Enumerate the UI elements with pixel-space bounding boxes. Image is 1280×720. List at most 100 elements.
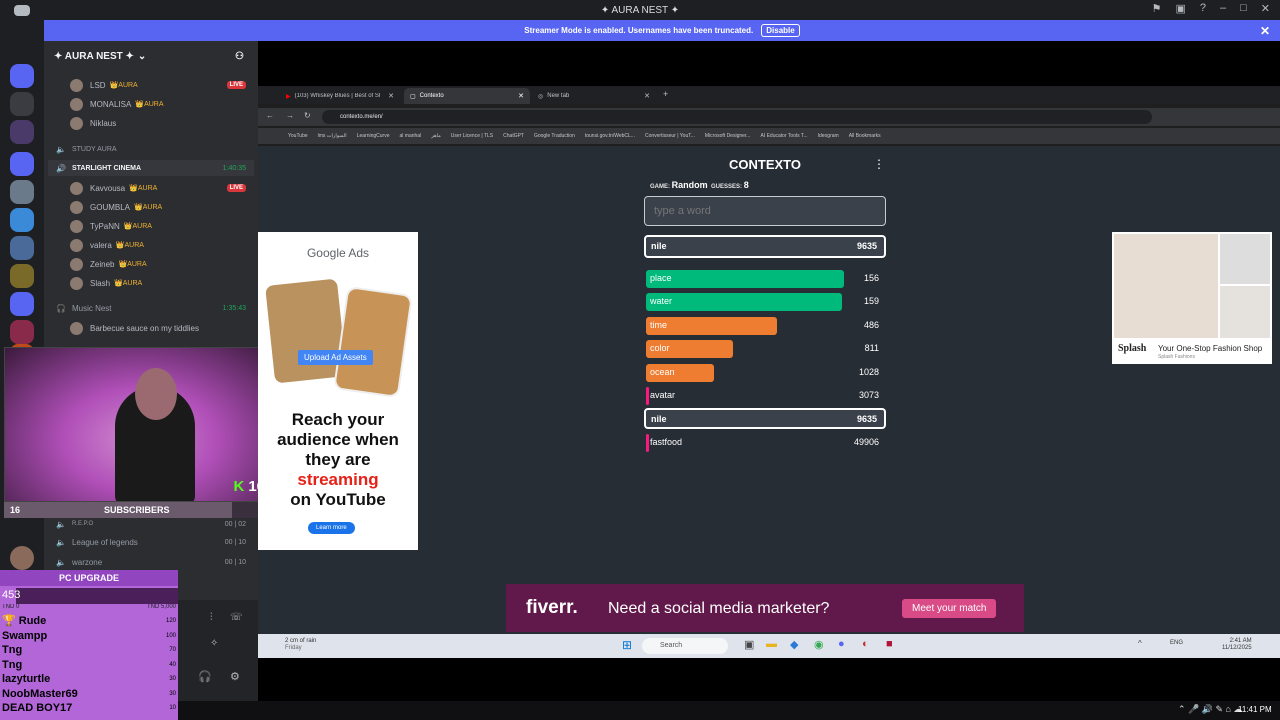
host-clock[interactable]: 11:41 PM xyxy=(1238,705,1272,714)
google-ads-banner[interactable]: Google Ads Upload Ad Assets Reach your a… xyxy=(258,232,418,550)
windows-start-icon[interactable]: ⊞ xyxy=(622,638,632,652)
address-bar[interactable]: contexto.me/en/ xyxy=(322,110,1152,124)
channel-warzone[interactable]: 🔈 warzone 00 | 10 xyxy=(48,554,254,570)
server-icon[interactable] xyxy=(10,546,34,570)
tab-new[interactable]: ◎ New tab ✕ xyxy=(532,88,656,104)
member-name: Kavvousa xyxy=(90,183,126,193)
voice-member[interactable]: MONALISA 👑AURA xyxy=(48,95,254,113)
weather-widget[interactable]: 2 cm of rain Friday xyxy=(285,638,316,652)
taskbar-clock[interactable]: 2:41 AM 11/12/2025 xyxy=(1222,638,1252,652)
more-menu-icon[interactable]: ⋮ xyxy=(873,157,885,171)
bookmark-item[interactable]: Ideogram xyxy=(818,133,839,139)
close-window-icon[interactable]: ✕ xyxy=(1261,2,1270,15)
bookmark-item[interactable]: tounsi.gov.tn/WebCL... xyxy=(585,133,635,139)
close-banner-icon[interactable]: ✕ xyxy=(1260,24,1270,38)
app-icon[interactable]: ◐ xyxy=(862,638,869,650)
close-tab-icon[interactable]: ✕ xyxy=(644,92,650,100)
bookmark-item[interactable]: Google Traduction xyxy=(534,133,575,139)
language-indicator[interactable]: ENG xyxy=(1170,640,1183,646)
bookmark-item[interactable]: Convertisseur | YouT... xyxy=(645,133,695,139)
voice-member[interactable]: Slash 👑AURA xyxy=(48,274,254,292)
upload-ad-assets-button[interactable]: Upload Ad Assets xyxy=(298,350,373,365)
taskbar-search[interactable]: Search xyxy=(642,638,728,654)
bookmark-item[interactable]: ماهر xyxy=(431,133,441,139)
bookmark-item[interactable]: al manhal xyxy=(400,133,422,139)
tab-youtube[interactable]: ▶ (103) Whiskey Blues | Best of Sl ✕ xyxy=(280,88,400,104)
server-icon[interactable] xyxy=(10,120,34,144)
add-member-icon[interactable]: ⚇ xyxy=(235,51,244,62)
bookmark-item[interactable]: User Licence | TLS xyxy=(451,133,493,139)
channel-league[interactable]: 🔈 League of legends 00 | 10 xyxy=(48,534,254,550)
help-icon[interactable]: ? xyxy=(1200,2,1206,15)
server-icon[interactable] xyxy=(10,152,34,176)
voice-member[interactable]: Barbecue sauce on my tiddlies xyxy=(48,319,254,337)
bookmark-item[interactable]: AI Educator Tools T... xyxy=(760,133,807,139)
splash-fashion-ad[interactable]: Splash Your One-Stop Fashion Shop Splash… xyxy=(1112,232,1272,364)
tray-chevron-icon[interactable]: ^ xyxy=(1138,639,1142,648)
app-icon[interactable]: ■ xyxy=(886,638,893,650)
guess-rank: 9635 xyxy=(856,241,877,251)
close-tab-icon[interactable]: ✕ xyxy=(518,92,524,100)
channel-music-nest[interactable]: 🎧 Music Nest 1:35:43 xyxy=(48,300,254,316)
tab-contexto[interactable]: ▢ Contexto ✕ xyxy=(404,88,530,104)
meet-your-match-button[interactable]: Meet your match xyxy=(902,599,997,618)
soundboard-icon[interactable]: ⫶ xyxy=(210,612,213,623)
speaker-icon: 🔈 xyxy=(56,537,66,547)
voice-member[interactable]: Zeineb 👑AURA xyxy=(48,255,254,273)
word-input[interactable] xyxy=(644,196,886,226)
disconnect-icon[interactable]: ☏ xyxy=(230,612,243,623)
voice-member[interactable]: LSD 👑AURA LIVE xyxy=(48,76,254,94)
minimize-icon[interactable]: – xyxy=(1220,2,1226,15)
server-icon[interactable] xyxy=(10,92,34,116)
fiverr-ad[interactable]: fiverr. Need a social media marketer? Me… xyxy=(506,584,1024,632)
close-tab-icon[interactable]: ✕ xyxy=(388,92,394,100)
channel-starlight-cinema[interactable]: 🔊 STARLIGHT CINEMA 1:40:35 xyxy=(48,160,254,176)
live-badge: LIVE xyxy=(226,184,246,192)
app-icon[interactable]: ◆ xyxy=(790,638,798,651)
server-icon[interactable] xyxy=(10,64,34,88)
maximize-icon[interactable]: □ xyxy=(1240,2,1247,15)
bookmark-item[interactable]: LearningCurve xyxy=(357,133,390,139)
file-explorer-icon[interactable]: ▬ xyxy=(766,638,777,650)
server-icon[interactable] xyxy=(10,236,34,260)
member-name: valera xyxy=(90,240,112,250)
inbox-icon[interactable]: ⚑ xyxy=(1152,2,1162,15)
voice-member[interactable]: TyPaNN 👑AURA xyxy=(48,217,254,235)
headset-icon[interactable]: 🎧 xyxy=(198,670,212,683)
task-view-icon[interactable]: ▣ xyxy=(744,638,754,651)
bookmark-item[interactable]: ChatGPT xyxy=(503,133,524,139)
voice-member[interactable]: valera 👑AURA xyxy=(48,236,254,254)
settings-gear-icon[interactable]: ⚙ xyxy=(230,670,240,683)
guess-row: ocean 1028 xyxy=(644,362,886,383)
streamer-icon[interactable]: ▣ xyxy=(1175,2,1185,15)
learn-more-button[interactable]: Learn more xyxy=(308,522,355,534)
guess-word: water xyxy=(650,296,673,307)
voice-member[interactable]: Kavvousa 👑AURA LIVE xyxy=(48,179,254,197)
bookmark-item[interactable]: lms السوارات xyxy=(318,133,347,139)
forward-icon[interactable]: → xyxy=(286,111,294,120)
server-icon[interactable] xyxy=(10,208,34,232)
channel-repo[interactable]: 🔈 R.E.P.O 00 | 02 xyxy=(48,516,254,532)
reload-icon[interactable]: ↻ xyxy=(304,111,311,120)
voice-member[interactable]: GOUMBLA 👑AURA xyxy=(48,198,254,216)
server-icon[interactable] xyxy=(10,320,34,344)
back-icon[interactable]: ← xyxy=(266,111,274,120)
server-icon[interactable] xyxy=(10,292,34,316)
bookmark-item[interactable]: YouTube xyxy=(288,133,308,139)
bookmark-item[interactable]: All Bookmarks xyxy=(849,133,881,139)
disable-streamer-mode-button[interactable]: Disable xyxy=(761,24,800,37)
channel-study-aura[interactable]: 🔈 STUDY AURA xyxy=(48,141,254,157)
discord-taskbar-icon[interactable]: ● xyxy=(838,638,845,650)
chrome-icon[interactable]: ◉ xyxy=(814,638,824,651)
channel-timer: 1:40:35 xyxy=(222,164,246,172)
voice-member[interactable]: Niklaus xyxy=(48,114,254,132)
new-tab-icon[interactable]: + xyxy=(663,89,668,99)
guess-row: nile 9635 xyxy=(644,408,886,430)
activity-icon[interactable]: ✧ xyxy=(210,638,218,649)
goal-range: TND 0 TND 5,000 xyxy=(0,604,178,614)
server-icon[interactable] xyxy=(10,180,34,204)
bookmark-item[interactable]: Microsoft Designer... xyxy=(705,133,751,139)
server-icon[interactable] xyxy=(10,264,34,288)
server-name-header[interactable]: ✦ AURA NEST ✦ ⌄ ⚇ xyxy=(44,44,258,68)
tray-icons[interactable]: ⌃ 🎤 🔊 ✎ ⌂ ☁ xyxy=(1178,704,1242,715)
